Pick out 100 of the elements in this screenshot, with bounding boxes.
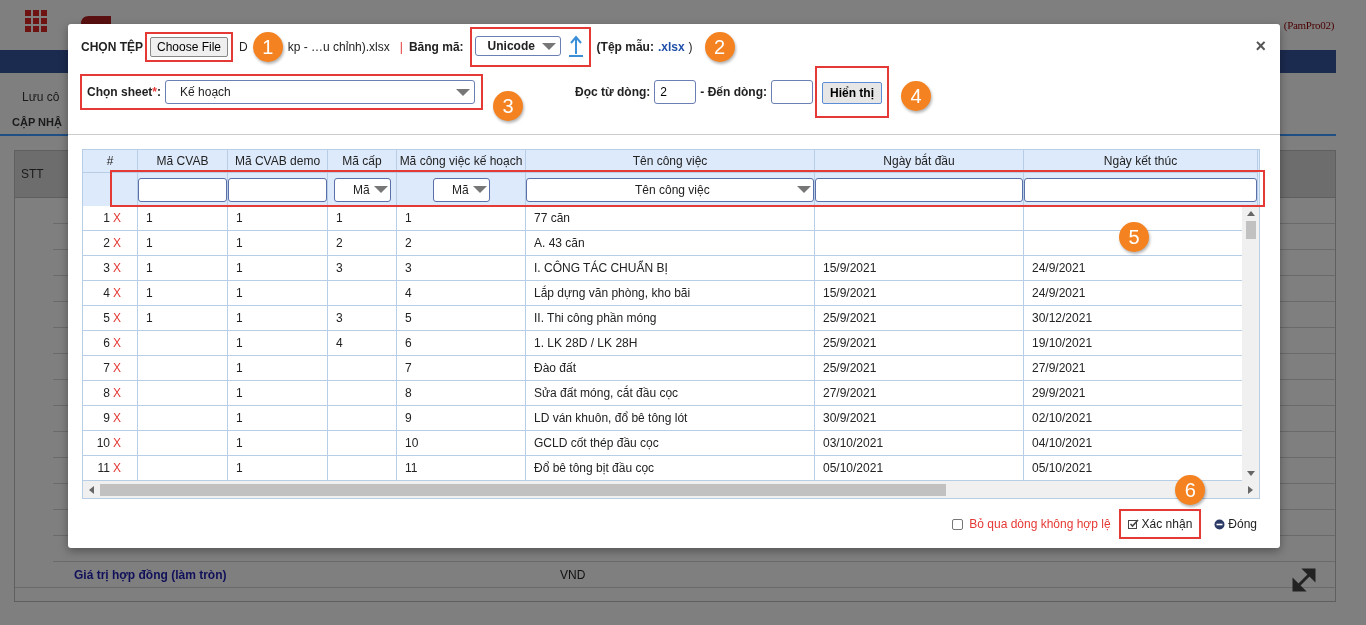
column-header: Ngày kết thúc	[1024, 150, 1258, 173]
delete-button[interactable]: X	[113, 361, 121, 375]
filter-select[interactable]: Mã	[433, 177, 490, 202]
filter-select[interactable]: Mã	[334, 177, 391, 202]
table-cell: LD ván khuôn, đổ bê tông lót	[534, 411, 688, 425]
table-cell: 19/10/2021	[1032, 336, 1093, 350]
table-cell: 1	[236, 386, 243, 400]
table-cell: 1	[146, 286, 153, 300]
table-cell: 7	[405, 361, 412, 375]
filter-select[interactable]: Tên công việc	[526, 177, 814, 202]
scroll-left-icon[interactable]	[89, 485, 94, 494]
show-button[interactable]: Hiển thị	[822, 82, 882, 104]
table-cell: 1	[146, 261, 153, 275]
sheet-select[interactable]: Kế hoạch	[165, 80, 475, 104]
filter-field[interactable]	[815, 177, 1023, 202]
section-title: CẬP NHẬ	[12, 116, 62, 128]
table-cell: 25/9/2021	[823, 361, 877, 375]
table-cell: 1	[146, 236, 153, 250]
from-row-field[interactable]: 2	[654, 80, 697, 104]
upload-icon[interactable]	[568, 35, 583, 57]
table-cell: II. Thi công phần móng	[534, 311, 657, 325]
table-cell: 1	[236, 261, 243, 275]
close-button[interactable]: ×	[1255, 35, 1266, 57]
table-cell: A. 43 căn	[534, 236, 585, 250]
check-square-icon	[1127, 518, 1139, 530]
table-cell: Lắp dựng văn phòng, kho bãi	[534, 286, 691, 300]
step-badge: 1	[252, 32, 283, 62]
file-label: CHỌN TỆP	[81, 40, 143, 54]
scroll-right-icon[interactable]	[1248, 485, 1253, 494]
choose-file-button[interactable]: Choose File	[150, 37, 229, 57]
file-name: D	[239, 40, 248, 54]
row-number: 7	[103, 361, 110, 375]
table-header: STT	[21, 167, 44, 181]
table-cell: Sửa đất móng, cắt đầu cọc	[534, 386, 679, 400]
delete-button[interactable]: X	[113, 236, 121, 250]
row-number: 4	[103, 286, 110, 300]
delete-button[interactable]: X	[113, 286, 121, 300]
column-header: Mã công việc kế hoạch	[397, 150, 526, 173]
table-cell: 1	[236, 211, 243, 225]
table-cell: 02/10/2021	[1032, 411, 1093, 425]
template-label: (Tệp mẫu:	[596, 40, 654, 54]
table-cell: 27/9/2021	[1032, 361, 1086, 375]
delete-button[interactable]: X	[113, 461, 121, 475]
filter-field[interactable]	[1024, 177, 1257, 202]
table-cell: VND	[560, 567, 586, 582]
template-link[interactable]: .xlsx	[657, 40, 685, 54]
table-cell: 1	[236, 336, 243, 350]
confirm-button[interactable]: Xác nhận	[1124, 513, 1196, 535]
table-cell: 30/9/2021	[823, 411, 877, 425]
checkbox-label[interactable]: Bỏ qua dòng không hợp lệ	[969, 517, 1111, 531]
checkbox[interactable]	[952, 518, 964, 530]
table-cell: 4	[405, 286, 412, 300]
filter-field[interactable]	[228, 177, 327, 202]
column-header: #	[83, 150, 138, 173]
column-header: Tên công việc	[526, 150, 815, 173]
save-button[interactable]: Lưu cô	[22, 90, 60, 104]
row-label: Giá trị hợp đồng (làm tròn)	[74, 567, 228, 582]
delete-button[interactable]: X	[113, 411, 121, 425]
table-cell: 1	[146, 211, 153, 225]
table-cell: 1. LK 28D / LK 28H	[534, 336, 638, 350]
table-cell: 05/10/2021	[1032, 461, 1093, 475]
delete-button[interactable]: X	[113, 336, 121, 350]
to-row-field[interactable]	[771, 80, 813, 104]
table-cell: 24/9/2021	[1032, 261, 1086, 275]
table-cell: 3	[405, 261, 412, 275]
step-badge: 6	[1175, 475, 1206, 505]
table-cell: 15/9/2021	[823, 286, 877, 300]
row-number: 3	[103, 261, 110, 275]
encoding-select[interactable]: Unicode	[474, 36, 561, 56]
scroll-thumb[interactable]	[1245, 221, 1256, 239]
app-grid-icon[interactable]	[25, 10, 47, 32]
delete-button[interactable]: X	[113, 436, 121, 450]
delete-button[interactable]: X	[113, 211, 121, 225]
table-cell: 5	[405, 311, 412, 325]
scroll-down-icon[interactable]	[1246, 471, 1255, 476]
sheet-label: Chọn sheet*:	[87, 85, 161, 99]
scroll-up-icon[interactable]	[1246, 211, 1255, 216]
table-cell: 1	[236, 311, 243, 325]
delete-button[interactable]: X	[113, 261, 121, 275]
table-cell: 29/9/2021	[1032, 386, 1086, 400]
close-dialog-button[interactable]: Đóng	[1211, 513, 1260, 535]
filter-field[interactable]	[138, 177, 227, 202]
delete-button[interactable]: X	[113, 386, 121, 400]
table-cell: 05/10/2021	[823, 461, 884, 475]
table-cell: 1	[236, 286, 243, 300]
table-cell: 25/9/2021	[823, 311, 877, 325]
table-cell: 1	[236, 361, 243, 375]
table-cell: 1	[405, 211, 412, 225]
horizontal-scrollbar[interactable]	[83, 481, 1259, 498]
minus-circle-icon	[1214, 518, 1226, 530]
vertical-scrollbar[interactable]	[1242, 206, 1259, 481]
row-number: 8	[103, 386, 110, 400]
template-paren: )	[688, 40, 693, 54]
expand-icon[interactable]	[1291, 567, 1317, 593]
from-row-label: Đọc từ dòng:	[575, 85, 651, 99]
table-cell: Đổ bê tông bịt đầu cọc	[534, 461, 655, 475]
delete-button[interactable]: X	[113, 311, 121, 325]
table-cell: 1	[336, 211, 343, 225]
scroll-thumb[interactable]	[100, 483, 946, 496]
table-cell: 2	[405, 236, 412, 250]
